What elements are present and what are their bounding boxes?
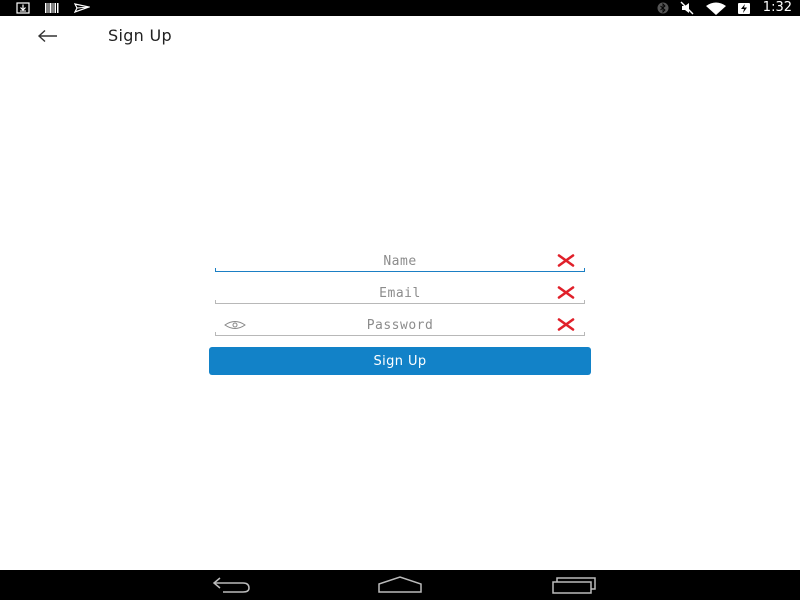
download-icon: [16, 2, 30, 14]
barcode-icon: [45, 3, 59, 13]
status-right-icons: 1:32: [657, 0, 792, 16]
nav-recents-button[interactable]: [544, 574, 600, 596]
clear-icon[interactable]: [557, 286, 575, 299]
page-title: Sign Up: [108, 26, 172, 45]
navigation-bar: [0, 570, 800, 600]
back-button[interactable]: [30, 24, 66, 48]
mute-icon: [680, 1, 694, 15]
sign-up-button[interactable]: Sign Up: [209, 347, 591, 375]
recents-icon: [552, 577, 596, 594]
name-input[interactable]: [215, 251, 585, 271]
email-field: [215, 283, 585, 304]
password-input[interactable]: [215, 315, 585, 335]
battery-charging-icon: [737, 2, 750, 14]
password-field: [215, 315, 585, 336]
signup-screen: 1:32 Sign Up Name Email Sign Up: [0, 0, 800, 600]
status-left-icons: [16, 2, 90, 14]
arrow-left-icon: [37, 29, 57, 43]
name-field: [215, 251, 585, 272]
email-input[interactable]: [215, 283, 585, 303]
bluetooth-icon: [657, 2, 669, 14]
status-time: 1:32: [762, 0, 792, 15]
status-bar: 1:32: [0, 0, 800, 16]
clear-icon[interactable]: [557, 318, 575, 331]
wifi-icon: [705, 2, 726, 15]
home-icon: [378, 576, 422, 593]
send-icon: [74, 3, 90, 13]
nav-home-button[interactable]: [372, 574, 428, 596]
back-icon: [212, 577, 250, 593]
clear-icon[interactable]: [557, 254, 575, 267]
nav-back-button[interactable]: [201, 574, 257, 596]
